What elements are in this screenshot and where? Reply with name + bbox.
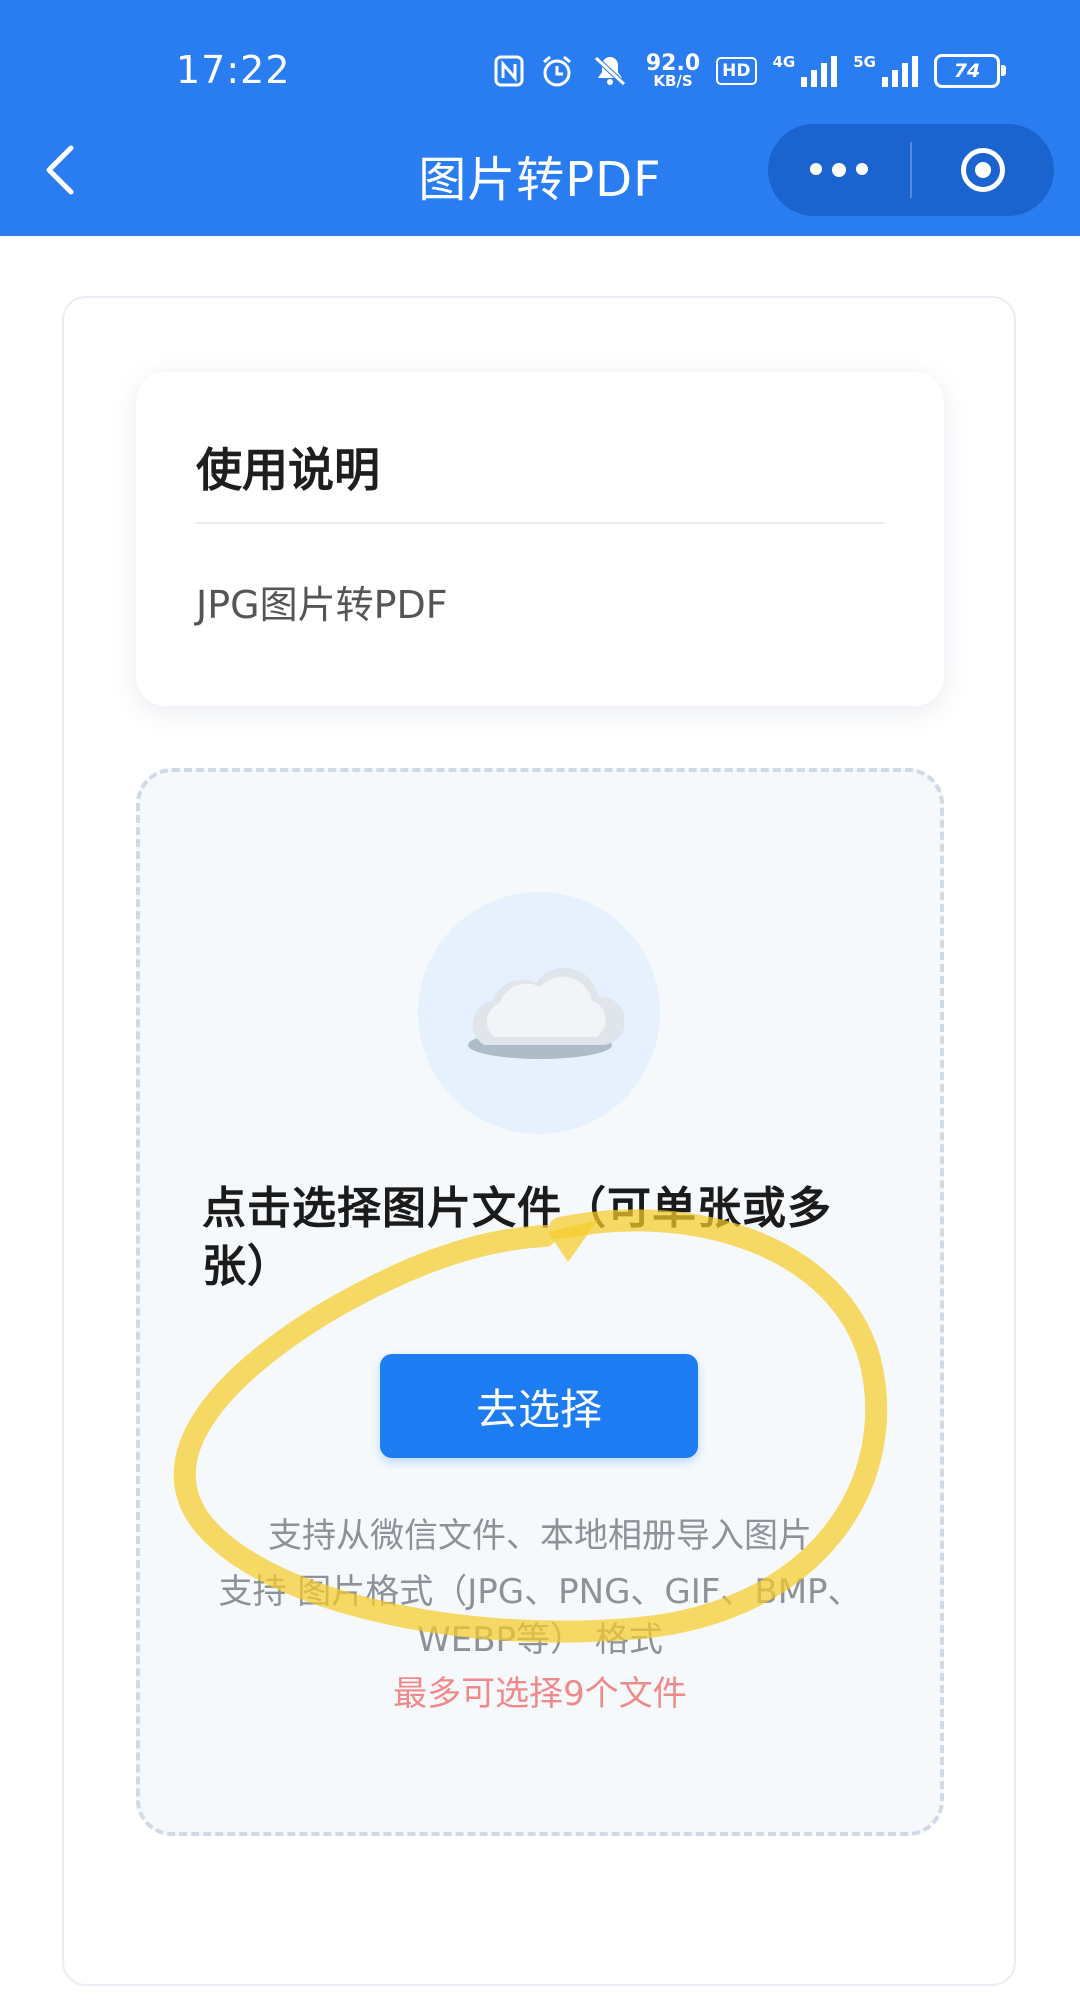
top-bar: 17:22 92.0 KB/S HD 4G 5G 74 图片转PDF	[0, 0, 1080, 236]
help-divider	[196, 522, 884, 524]
upload-heading: 点击选择图片文件（可单张或多张）	[202, 1183, 832, 1292]
select-files-button[interactable]: 去选择	[380, 1354, 698, 1458]
more-button[interactable]	[768, 124, 910, 216]
target-circle-icon	[961, 148, 1005, 192]
signal-5g-label: 5G	[853, 53, 876, 71]
signal-4g-icon: 4G	[773, 55, 838, 87]
support-formats-text: 支持 图片格式（JPG、PNG、GIF、BMP、WEBP等） 格式	[218, 1572, 862, 1660]
more-dots-icon	[810, 163, 868, 177]
help-title: 使用说明	[196, 443, 380, 497]
net-speed: 92.0 KB/S	[645, 50, 701, 90]
status-time: 17:22	[176, 48, 291, 92]
battery-level: 74	[953, 60, 981, 82]
support-sources-text: 支持从微信文件、本地相册导入图片	[268, 1516, 812, 1556]
hd-badge: HD	[716, 57, 757, 85]
signal-4g-label: 4G	[772, 53, 796, 71]
help-card: 使用说明 JPG图片转PDF	[136, 372, 944, 706]
file-limit-note: 最多可选择9个文件	[393, 1674, 687, 1714]
mini-program-capsule	[768, 124, 1054, 216]
mute-icon	[590, 54, 630, 88]
signal-5g-icon: 5G	[853, 55, 918, 87]
cloud-icon	[468, 967, 624, 1059]
alarm-icon	[540, 54, 574, 88]
close-mini-program-button[interactable]	[912, 124, 1054, 216]
status-icons: 92.0 KB/S HD 4G 5G 74	[494, 46, 1006, 96]
nfc-icon	[494, 55, 524, 87]
upload-icon-circle	[418, 892, 660, 1134]
help-description: JPG图片转PDF	[196, 583, 448, 627]
battery-icon: 74	[934, 54, 1006, 88]
